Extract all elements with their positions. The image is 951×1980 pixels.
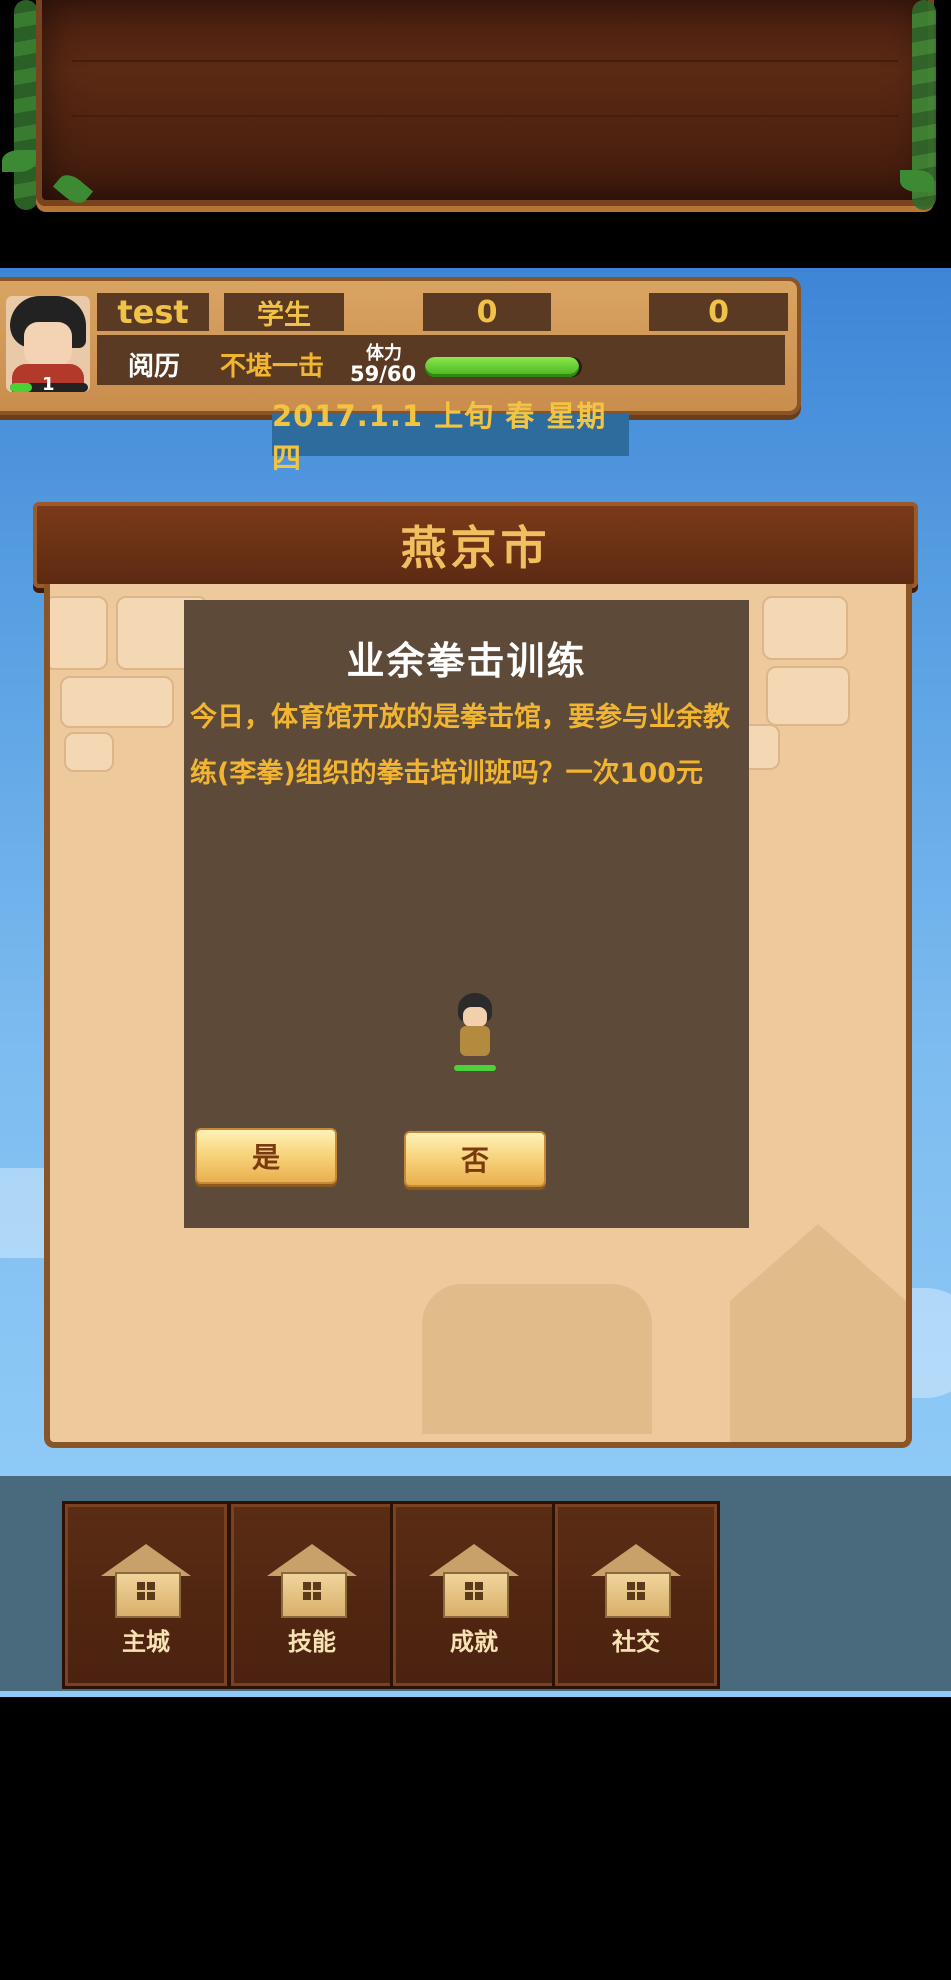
city-title: 燕京市 <box>400 521 551 575</box>
player-stat-1: 0 <box>423 293 551 331</box>
yes-button[interactable]: 是 <box>195 1128 337 1184</box>
player-stat-2: 0 <box>649 293 788 331</box>
house-icon <box>267 1544 357 1618</box>
city-header: 燕京市 <box>33 502 918 588</box>
house-icon <box>429 1544 519 1618</box>
nav-item-skills[interactable]: 技能 <box>228 1501 396 1689</box>
top-wooden-sign <box>36 0 934 206</box>
npc-sprite <box>450 993 500 1075</box>
event-title: 业余拳击训练 <box>346 639 587 683</box>
house-icon <box>101 1544 191 1618</box>
experience-value: 不堪一击 <box>220 352 325 382</box>
nav-label: 技能 <box>288 1628 336 1656</box>
stamina-bar-fill <box>425 357 579 377</box>
player-name: test <box>97 293 209 331</box>
nav-item-achievements[interactable]: 成就 <box>390 1501 558 1689</box>
player-level: 1 <box>42 374 55 395</box>
nav-label: 社交 <box>612 1628 660 1656</box>
player-role: 学生 <box>224 293 344 331</box>
leaf-decoration <box>2 150 36 172</box>
vine-decoration-left <box>14 0 38 210</box>
stamina-value: 59/60 <box>350 362 417 386</box>
house-icon <box>591 1544 681 1618</box>
nav-item-social[interactable]: 社交 <box>552 1501 720 1689</box>
nav-label: 成就 <box>450 1628 498 1656</box>
game-date: 2017.1.1 上旬 春 星期四 <box>272 399 629 475</box>
leaf-decoration <box>900 170 934 192</box>
experience-label: 阅历 <box>128 352 181 382</box>
nav-item-main-city[interactable]: 主城 <box>62 1501 230 1689</box>
nav-label: 主城 <box>122 1628 170 1656</box>
no-button[interactable]: 否 <box>404 1131 546 1187</box>
event-description: 今日，体育馆开放的是拳击馆，要参与业余教练(李拳)组织的拳击培训班吗？一次100… <box>190 702 730 789</box>
nav-divider <box>0 1691 951 1697</box>
